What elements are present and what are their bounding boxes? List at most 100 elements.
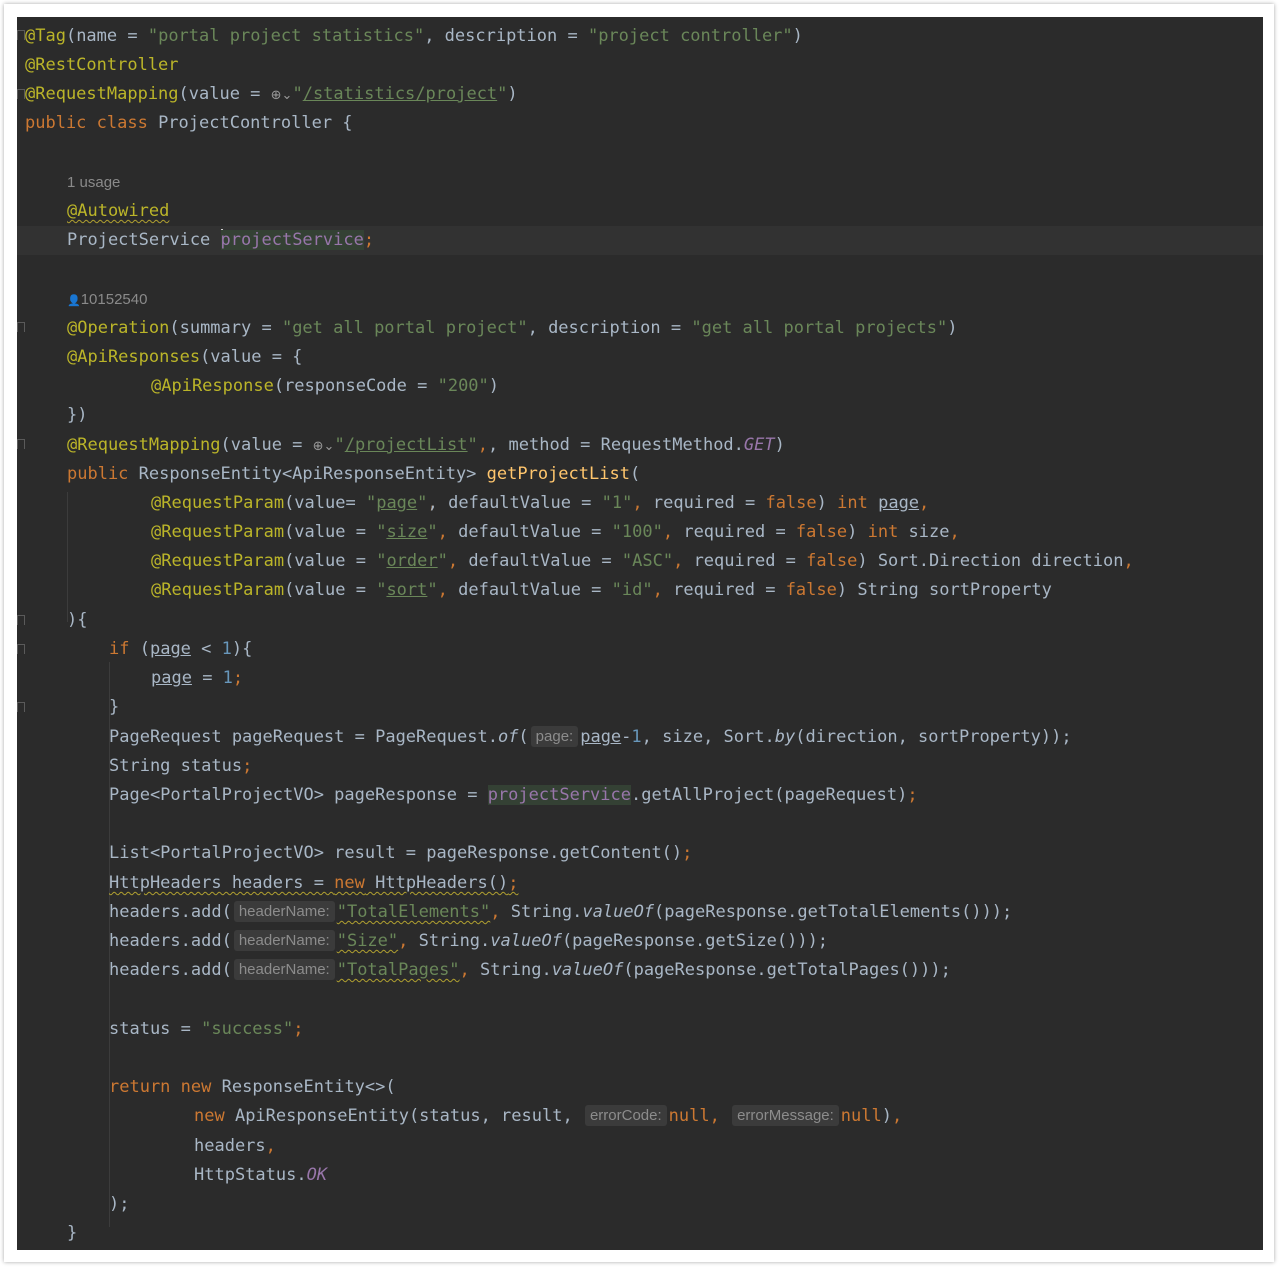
annotation: @RequestParam: [151, 493, 285, 513]
code-line[interactable]: public ResponseEntity<ApiResponseEntity>…: [17, 460, 1263, 489]
code-line[interactable]: @ApiResponses(value = {: [17, 343, 1263, 372]
annotation: @Tag: [25, 26, 66, 46]
keyword: new: [334, 873, 365, 893]
code-text: headers: [194, 1136, 266, 1156]
code-line[interactable]: @Autowired: [17, 197, 1263, 226]
code-line[interactable]: @RequestParam(value = "size", defaultVal…: [17, 518, 1263, 547]
keyword: false: [765, 493, 817, 513]
code-line[interactable]: @ApiResponse(responseCode = "200"): [17, 372, 1263, 401]
code-line[interactable]: headers.add(headerName: "TotalPages", Str…: [17, 956, 1263, 985]
code-text: ): [507, 84, 518, 104]
code-text: (responseCode =: [273, 376, 438, 396]
code-line[interactable]: @RequestMapping(value = ⊕⌄"/projectList"…: [17, 431, 1263, 460]
param-name: size: [898, 522, 950, 542]
string-literal: sort: [386, 580, 428, 600]
code-editor[interactable]: @Tag(name = "portal project statistics",…: [17, 17, 1263, 1250]
warning-underlined: HttpHeaders headers = new HttpHeaders();: [109, 873, 518, 893]
web-globe-icon[interactable]: ⊕⌄: [313, 439, 335, 454]
keyword: false: [806, 551, 858, 571]
code-line[interactable]: @Operation(summary = "get all portal pro…: [17, 314, 1263, 343]
url-link[interactable]: /statistics/project: [303, 84, 497, 104]
string-literal: "portal project statistics": [147, 26, 425, 46]
code-text: ): [488, 376, 500, 396]
code-line[interactable]: @RequestParam(value = "sort", defaultVal…: [17, 576, 1263, 605]
code-line[interactable]: HttpHeaders headers = new HttpHeaders();: [17, 869, 1263, 898]
code-line[interactable]: public class ProjectController {: [17, 109, 1263, 138]
static-method: valueOf: [490, 931, 562, 951]
code-line[interactable]: @RequestParam(value= "page",, defaultVal…: [17, 489, 1263, 518]
code-text: (value =: [220, 435, 313, 455]
keyword: int: [837, 493, 868, 513]
web-globe-icon[interactable]: ⊕⌄: [271, 88, 293, 103]
code-text: String.: [469, 960, 552, 980]
variable: page: [151, 668, 192, 688]
url-link[interactable]: /projectList: [345, 435, 468, 455]
string-literal: order: [386, 551, 438, 571]
code-text: ApiResponseEntity(status, result,: [224, 1106, 583, 1126]
code-line[interactable]: Page<PortalProjectVO> pageResponse = pro…: [17, 781, 1263, 810]
current-line[interactable]: ProjectService projectService;: [17, 226, 1263, 255]
code-line[interactable]: status = "success";: [17, 1015, 1263, 1044]
static-method: valueOf: [582, 902, 655, 922]
string-literal: "success": [201, 1019, 294, 1039]
code-text: (direction, sortProperty));: [795, 727, 1072, 747]
parameter-hint: headerName:: [233, 901, 335, 922]
code-text: (: [129, 639, 150, 659]
code-text: (summary =: [169, 318, 282, 338]
code-text: HttpStatus.: [194, 1165, 307, 1185]
code-text: defaultValue =: [458, 551, 622, 571]
annotation: @RestController: [25, 55, 179, 75]
punct: ;: [508, 873, 519, 893]
static-method: valueOf: [551, 960, 624, 980]
code-text: required =: [683, 551, 807, 571]
code-text: (value =: [284, 522, 377, 542]
string-literal: "1": [601, 493, 633, 513]
enum-constant: OK: [306, 1165, 328, 1185]
code-line[interactable]: headers.add(headerName: "Size", String.va…: [17, 927, 1263, 956]
annotation: @Operation: [67, 318, 170, 338]
code-line[interactable]: new ApiResponseEntity(status, result, er…: [17, 1102, 1263, 1131]
code-text: =: [191, 668, 223, 688]
parameter-hint: headerName:: [233, 959, 335, 980]
usage-hint[interactable]: 1 usage: [67, 174, 120, 191]
variable: page: [580, 727, 622, 747]
punct: ;: [907, 785, 918, 805]
string-literal: "200": [437, 376, 489, 396]
code-line[interactable]: @RestController: [17, 51, 1263, 80]
annotation: @RequestMapping: [25, 84, 179, 104]
static-method: by: [774, 727, 796, 747]
code-line[interactable]: page = 1;: [17, 664, 1263, 693]
code-line[interactable]: HttpStatus.OK: [17, 1161, 1263, 1190]
code-text: , defaultValue =: [427, 493, 602, 513]
code-text: ResponseEntity<>(: [211, 1077, 396, 1097]
code-line[interactable]: );: [17, 1190, 1263, 1219]
code-line[interactable]: if (page < 1){: [17, 635, 1263, 664]
code-text: (value =: [178, 84, 271, 104]
code-line[interactable]: return new ResponseEntity<>(: [17, 1073, 1263, 1102]
code-line[interactable]: List<PortalProjectVO> result = pageRespo…: [17, 839, 1263, 868]
code-text: (: [518, 727, 529, 747]
string-literal: "get all portal project": [281, 318, 528, 338]
code-line[interactable]: headers,: [17, 1132, 1263, 1161]
keyword: int: [867, 522, 899, 542]
code-line[interactable]: headers.add(headerName: "TotalElements", …: [17, 898, 1263, 927]
keyword: null: [840, 1106, 882, 1126]
code-line[interactable]: @RequestParam(value = "order", defaultVa…: [17, 547, 1263, 576]
code-text: String.: [500, 902, 583, 922]
author-hint[interactable]: 10152540: [81, 291, 148, 308]
code-line[interactable]: }: [17, 1219, 1263, 1248]
code-line[interactable]: @RequestMapping(value = ⊕⌄"/statistics/p…: [17, 80, 1263, 109]
code-line[interactable]: ){: [17, 606, 1263, 635]
code-line[interactable]: String status;: [17, 752, 1263, 781]
punct: ,: [892, 1106, 903, 1126]
code-text: headers.add(: [109, 902, 232, 922]
code-text: ): [881, 1106, 892, 1126]
code-text: (: [629, 464, 641, 484]
code-line[interactable]: }): [17, 401, 1263, 430]
code-line[interactable]: PageRequest pageRequest = PageRequest.of…: [17, 723, 1263, 752]
code-line[interactable]: }: [17, 693, 1263, 722]
string-literal: "TotalPages": [336, 960, 460, 980]
code-text: (value = {: [200, 347, 303, 367]
code-line[interactable]: @Tag(name = "portal project statistics",…: [17, 22, 1263, 51]
code-text: ){: [67, 610, 88, 630]
